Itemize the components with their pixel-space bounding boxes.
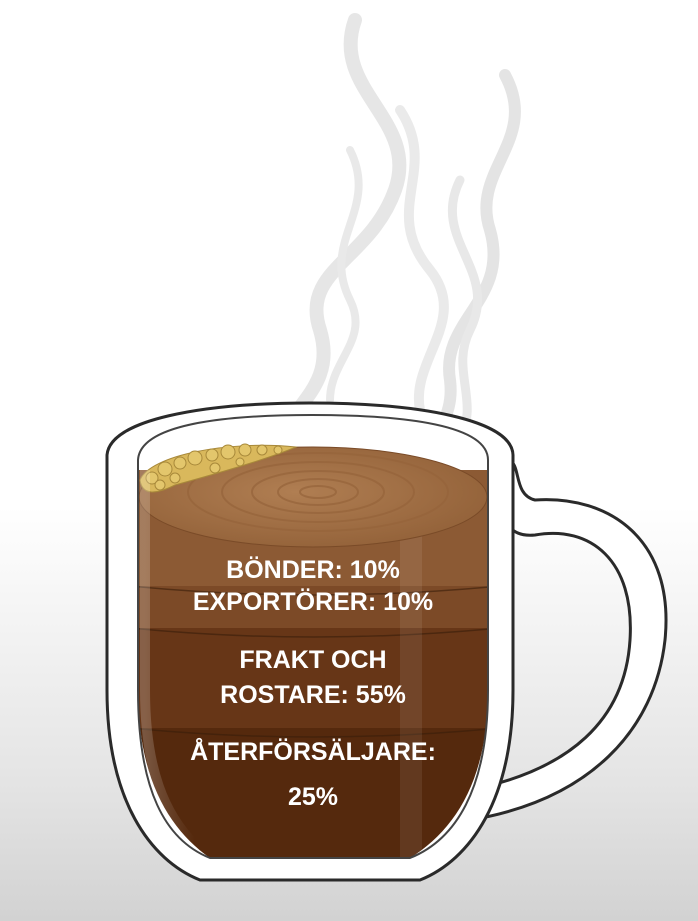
coffee-cup-chart: BÖNDER: 10% EXPORTÖRER: 10% FRAKT OCH ROSTA… (105, 13, 668, 882)
segment-label-3-line-1: 25% (288, 783, 338, 811)
segment-label-3-line-0: ÅTERFÖRSÄLJARE: (190, 737, 436, 766)
steam (278, 13, 521, 456)
segment-label-1-line-0: EXPORTÖRER: 10% (193, 587, 433, 616)
segment-label-2-line-1: ROSTARE: 55% (220, 681, 406, 709)
segment-label-0-line-0: BÖNDER: 10% (226, 555, 400, 584)
segment-label-2-line-0: FRAKT OCH (239, 646, 386, 674)
segment-frakt-och-rostare (138, 628, 488, 728)
